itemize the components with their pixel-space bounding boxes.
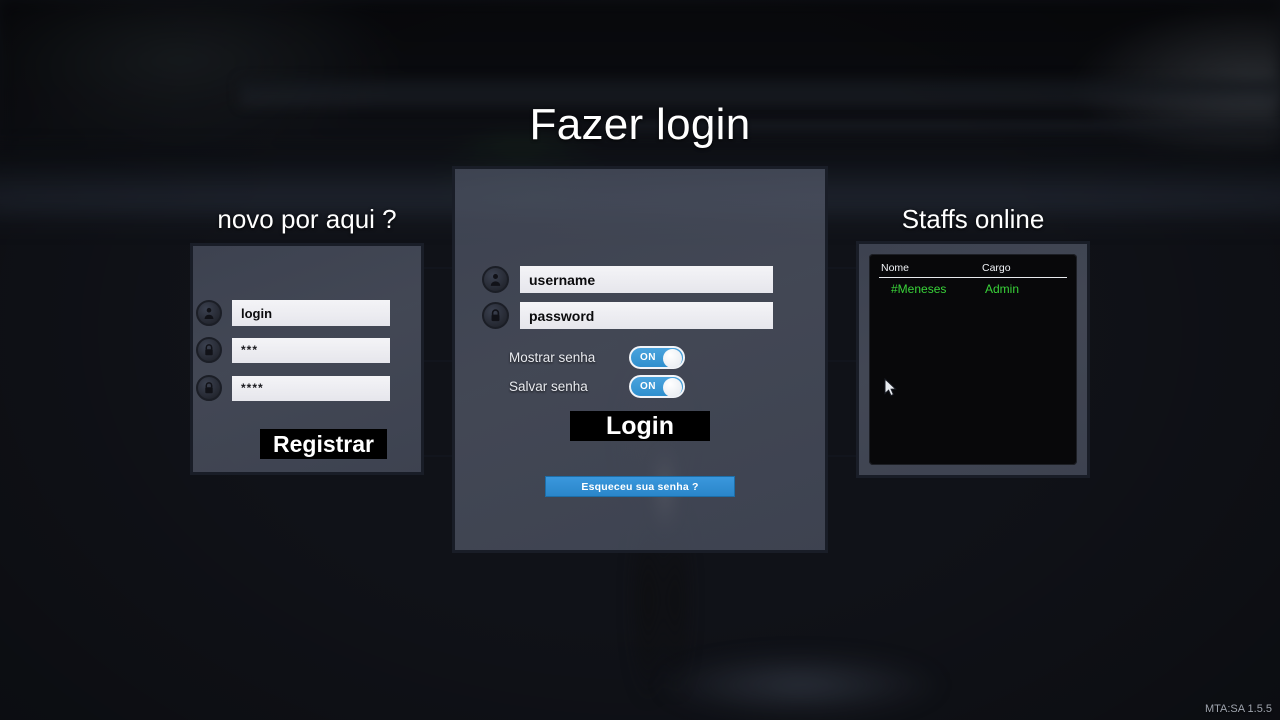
lock-icon — [482, 302, 509, 329]
version-watermark: MTA:SA 1.5.5 — [1204, 703, 1272, 715]
register-login-input[interactable] — [232, 300, 390, 326]
login-button[interactable]: Login — [570, 411, 710, 441]
user-icon — [196, 300, 222, 326]
page-title: Fazer login — [529, 100, 751, 149]
column-header-cargo: Cargo — [982, 262, 1011, 274]
show-password-label: Mostrar senha — [509, 350, 596, 365]
show-password-toggle-state: ON — [640, 352, 656, 363]
mouse-cursor — [884, 377, 897, 402]
staff-list-item[interactable]: #Meneses Admin — [879, 282, 1067, 298]
login-password-input[interactable] — [520, 302, 773, 329]
connector-left-top — [424, 267, 454, 269]
register-password-confirm-input[interactable] — [232, 375, 390, 401]
lock-icon — [196, 375, 222, 401]
game-login-screen: Fazer login novo por aqui ? Registrar — [0, 0, 1280, 720]
staff-role: Admin — [985, 282, 1020, 296]
connector-right-mid — [827, 360, 857, 362]
connector-left-mid — [424, 360, 454, 362]
staff-list-header: Nome Cargo — [879, 262, 1067, 278]
staff-panel-title: Staffs online — [901, 204, 1045, 234]
register-panel-title: novo por aqui ? — [217, 204, 397, 234]
connector-left-bottom — [424, 455, 454, 457]
register-password-confirm-row — [196, 375, 390, 401]
forgot-password-button[interactable]: Esqueceu sua senha ? — [545, 476, 735, 497]
user-icon — [482, 266, 509, 293]
save-password-toggle[interactable]: ON — [629, 375, 685, 398]
login-password-row — [482, 302, 773, 329]
register-password-row — [196, 337, 390, 363]
save-password-label: Salvar senha — [509, 379, 588, 394]
staff-name: #Meneses — [891, 282, 947, 296]
login-username-row — [482, 266, 773, 293]
toggle-knob — [663, 378, 682, 397]
register-login-row — [196, 300, 390, 326]
column-header-nome: Nome — [881, 262, 910, 274]
save-password-toggle-state: ON — [640, 381, 656, 392]
toggle-knob — [663, 349, 682, 368]
lock-icon — [196, 337, 222, 363]
register-password-input[interactable] — [232, 337, 390, 363]
register-button[interactable]: Registrar — [260, 429, 387, 459]
login-username-input[interactable] — [520, 266, 773, 293]
save-password-toggle-row: Salvar senha ON — [509, 375, 685, 398]
connector-right-top — [827, 267, 857, 269]
connector-right-bottom — [827, 455, 857, 457]
show-password-toggle-row: Mostrar senha ON — [509, 346, 685, 369]
staff-list[interactable]: Nome Cargo #Meneses Admin — [869, 254, 1077, 465]
show-password-toggle[interactable]: ON — [629, 346, 685, 369]
